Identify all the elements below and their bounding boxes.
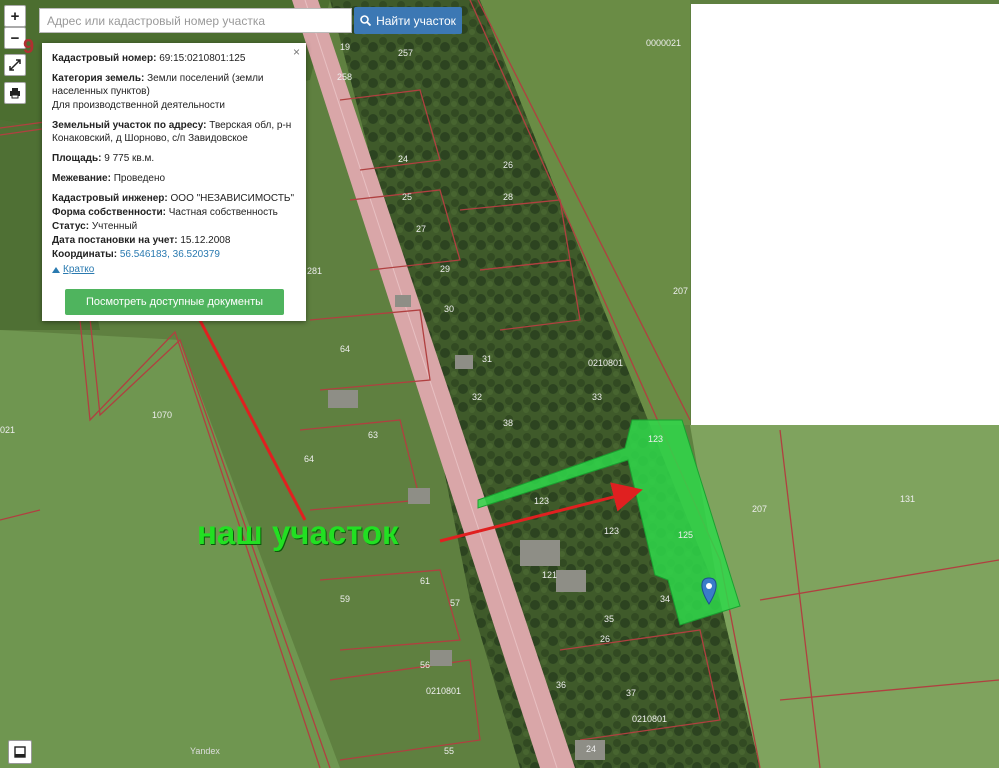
survey-label: Межевание:	[52, 173, 111, 184]
svg-text:131: 131	[900, 494, 915, 504]
svg-text:56: 56	[420, 660, 430, 670]
svg-text:38: 38	[503, 418, 513, 428]
svg-text:31: 31	[482, 354, 492, 364]
plot-info-popup: × Кадастровый номер: 69:15:0210801:125 К…	[42, 43, 306, 321]
date-label: Дата постановки на учет:	[52, 235, 178, 246]
panel-icon	[14, 746, 26, 758]
collapse-link[interactable]: Кратко	[52, 263, 296, 276]
zoom-in-icon: +	[10, 7, 20, 25]
survey-value: Проведено	[113, 173, 166, 184]
area-value: 9 775 кв.м.	[104, 153, 155, 164]
address-label: Земельный участок по адресу:	[52, 120, 207, 131]
svg-text:125: 125	[678, 530, 693, 540]
svg-text:61: 61	[420, 576, 430, 586]
caret-up-icon	[52, 266, 60, 273]
find-plot-label: Найти участок	[376, 13, 456, 28]
svg-text:0000021: 0000021	[646, 38, 681, 48]
annotation-text: наш участок	[197, 514, 399, 551]
svg-text:021: 021	[0, 425, 15, 435]
collapse-link-label: Кратко	[63, 264, 95, 275]
print-button[interactable]	[4, 82, 26, 104]
printer-icon	[10, 88, 20, 99]
svg-text:35: 35	[604, 614, 614, 624]
svg-text:19: 19	[340, 42, 350, 52]
ownership-label: Форма собственности:	[52, 207, 166, 218]
area-label: Площадь:	[52, 153, 102, 164]
svg-text:0210801: 0210801	[588, 358, 623, 368]
blank-panel	[691, 4, 999, 425]
status-label: Статус:	[52, 221, 90, 232]
svg-text:64: 64	[340, 344, 350, 354]
map-corner-number: 9	[23, 36, 35, 58]
svg-text:1070: 1070	[152, 410, 172, 420]
view-documents-button[interactable]: Посмотреть доступные документы	[65, 289, 284, 315]
find-plot-button[interactable]: Найти участок	[354, 7, 462, 34]
engineer-label: Кадастровый инженер:	[52, 193, 168, 204]
category-label: Категория земель:	[52, 73, 145, 84]
svg-text:30: 30	[444, 304, 454, 314]
svg-text:123: 123	[604, 526, 619, 536]
search-icon	[360, 15, 372, 26]
svg-text:281: 281	[307, 266, 322, 276]
cadastral-value: 69:15:0210801:125	[159, 53, 246, 64]
status-value: Учтенный	[91, 221, 138, 232]
svg-text:257: 257	[398, 48, 413, 58]
coords-label: Координаты:	[52, 249, 118, 260]
svg-text:24: 24	[586, 744, 596, 754]
svg-text:0210801: 0210801	[426, 686, 461, 696]
svg-text:27: 27	[416, 224, 426, 234]
svg-text:57: 57	[450, 598, 460, 608]
svg-text:33: 33	[592, 392, 602, 402]
svg-text:25: 25	[402, 192, 412, 202]
svg-text:59: 59	[340, 594, 350, 604]
svg-text:28: 28	[503, 192, 513, 202]
expand-icon	[9, 59, 21, 71]
svg-text:26: 26	[503, 160, 513, 170]
svg-text:121: 121	[542, 570, 557, 580]
svg-text:258: 258	[337, 72, 352, 82]
zoom-in-button[interactable]: +	[4, 5, 26, 27]
svg-text:0210801: 0210801	[632, 714, 667, 724]
svg-text:36: 36	[556, 680, 566, 690]
svg-text:29: 29	[440, 264, 450, 274]
svg-text:32: 32	[472, 392, 482, 402]
coords-link[interactable]: 56.546183, 36.520379	[120, 249, 220, 260]
svg-text:123: 123	[648, 434, 663, 444]
zoom-out-icon: −	[10, 29, 20, 47]
svg-text:37: 37	[626, 688, 636, 698]
svg-text:123: 123	[534, 496, 549, 506]
svg-text:26: 26	[600, 634, 610, 644]
date-value: 15.12.2008	[180, 235, 231, 246]
cadastral-label: Кадастровый номер:	[52, 53, 157, 64]
use-value: Для производственной деятельности	[52, 100, 226, 111]
ownership-value: Частная собственность	[168, 207, 278, 218]
svg-text:24: 24	[398, 154, 408, 164]
svg-text:64: 64	[304, 454, 314, 464]
svg-text:55: 55	[444, 746, 454, 756]
yandex-watermark: Yandex	[190, 746, 220, 756]
svg-text:63: 63	[368, 430, 378, 440]
svg-text:34: 34	[660, 594, 670, 604]
close-icon[interactable]: ×	[293, 46, 300, 59]
svg-text:207: 207	[673, 286, 688, 296]
search-input[interactable]	[39, 8, 352, 33]
layers-button[interactable]	[8, 740, 32, 764]
svg-text:207: 207	[752, 504, 767, 514]
engineer-value: ООО "НЕЗАВИСИМОСТЬ"	[170, 193, 295, 204]
